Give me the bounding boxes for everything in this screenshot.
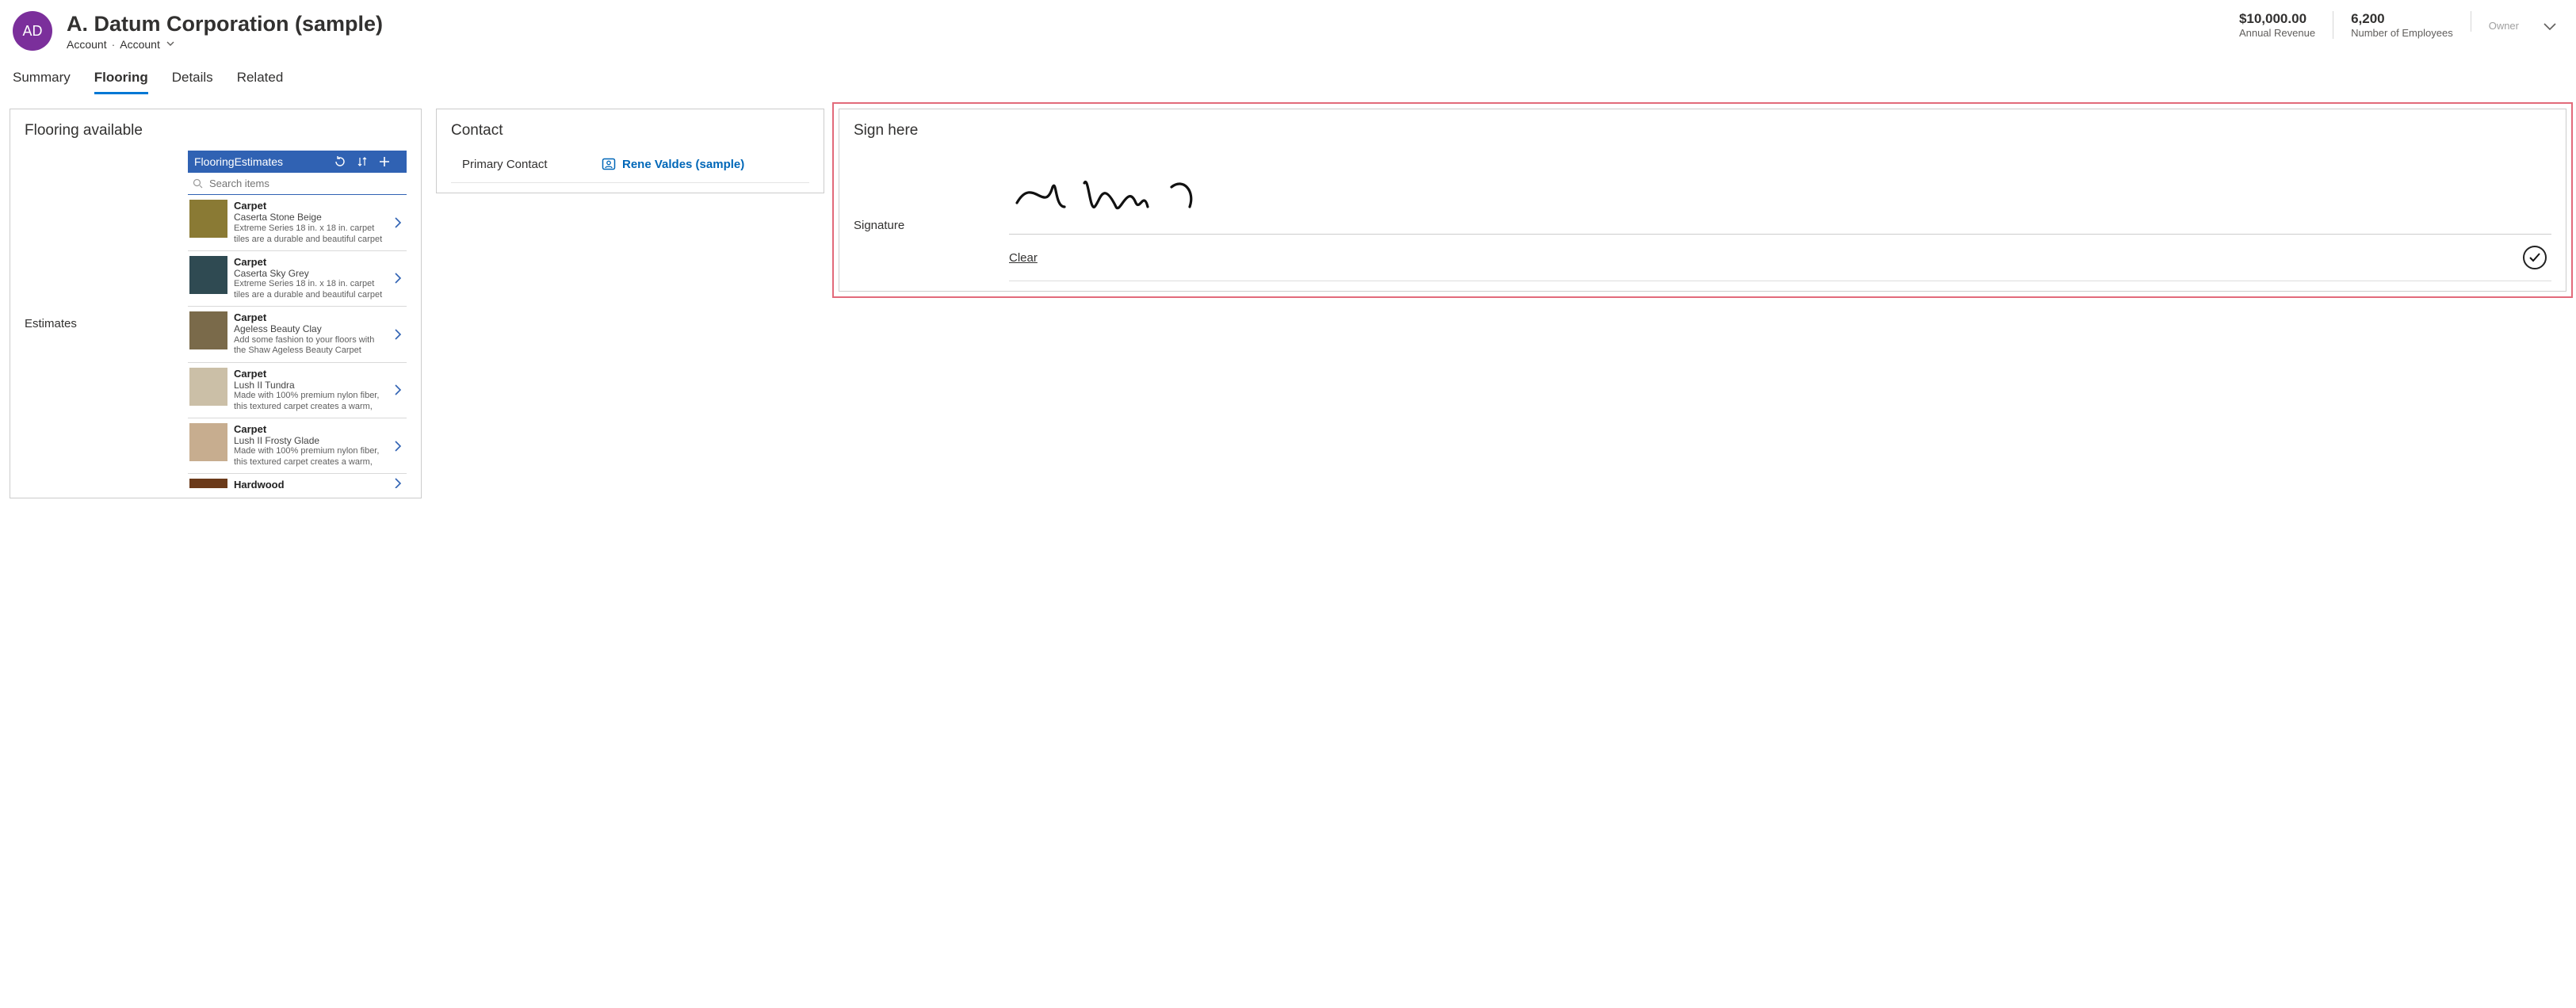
entity-name: Account bbox=[67, 38, 107, 51]
list-item[interactable]: CarpetLush II Frosty GladeMade with 100%… bbox=[188, 418, 407, 474]
list-item-text: CarpetCaserta Sky GreyExtreme Series 18 … bbox=[234, 256, 384, 301]
primary-contact-link[interactable]: Rene Valdes (sample) bbox=[602, 157, 744, 171]
tab-summary[interactable]: Summary bbox=[13, 70, 71, 94]
metric-label: Annual Revenue bbox=[2239, 27, 2315, 39]
item-name: Caserta Sky Grey bbox=[234, 268, 384, 279]
expand-header-button[interactable] bbox=[2536, 11, 2563, 32]
signature-pad[interactable] bbox=[1009, 155, 2551, 235]
metric-label: Number of Employees bbox=[2351, 27, 2453, 39]
form-name: Account bbox=[120, 38, 160, 51]
contact-icon bbox=[602, 157, 616, 171]
estimates-list: CarpetCaserta Stone BeigeExtreme Series … bbox=[188, 195, 407, 488]
item-category: Carpet bbox=[234, 423, 384, 435]
chevron-right-icon bbox=[391, 477, 405, 488]
list-item[interactable]: CarpetCaserta Sky GreyExtreme Series 18 … bbox=[188, 251, 407, 307]
tab-flooring[interactable]: Flooring bbox=[94, 70, 148, 94]
estimates-label: Estimates bbox=[25, 151, 175, 488]
list-item[interactable]: CarpetLush II TundraMade with 100% premi… bbox=[188, 363, 407, 418]
item-name: Lush II Tundra bbox=[234, 380, 384, 391]
item-category: Hardwood bbox=[234, 479, 384, 488]
add-button[interactable] bbox=[378, 155, 400, 168]
item-name: Lush II Frosty Glade bbox=[234, 435, 384, 446]
list-item-text: Hardwood bbox=[234, 479, 384, 488]
item-description: Add some fashion to your floors with the… bbox=[234, 335, 384, 357]
page-title: A. Datum Corporation (sample) bbox=[67, 11, 2222, 36]
signature-label: Signature bbox=[854, 155, 996, 281]
item-description: Extreme Series 18 in. x 18 in. carpet ti… bbox=[234, 279, 384, 301]
estimates-panel: FlooringEstimates bbox=[188, 151, 407, 488]
list-item-text: CarpetAgeless Beauty ClayAdd some fashio… bbox=[234, 311, 384, 357]
list-item-text: CarpetLush II Frosty GladeMade with 100%… bbox=[234, 423, 384, 468]
metric-annual-revenue: $10,000.00 Annual Revenue bbox=[2222, 11, 2333, 39]
confirm-signature-button[interactable] bbox=[2523, 246, 2547, 269]
metric-employees: 6,200 Number of Employees bbox=[2333, 11, 2471, 39]
chevron-right-icon bbox=[391, 440, 405, 452]
swatch-icon bbox=[189, 311, 227, 349]
item-name: Ageless Beauty Clay bbox=[234, 323, 384, 334]
metric-value: $10,000.00 bbox=[2239, 11, 2315, 27]
item-description: Extreme Series 18 in. x 18 in. carpet ti… bbox=[234, 223, 384, 246]
chevron-down-icon bbox=[166, 41, 174, 48]
sort-button[interactable] bbox=[356, 155, 378, 168]
search-input[interactable] bbox=[208, 177, 402, 190]
item-description: Made with 100% premium nylon fiber, this… bbox=[234, 391, 384, 413]
estimates-toolbar: FlooringEstimates bbox=[188, 151, 407, 173]
item-category: Carpet bbox=[234, 200, 384, 212]
estimates-toolbar-title: FlooringEstimates bbox=[194, 155, 334, 168]
form-selector[interactable]: Account · Account bbox=[67, 38, 2222, 51]
search-box[interactable] bbox=[188, 173, 407, 195]
chevron-right-icon bbox=[391, 216, 405, 229]
item-description: Made with 100% premium nylon fiber, this… bbox=[234, 446, 384, 468]
tab-related[interactable]: Related bbox=[237, 70, 284, 94]
item-category: Carpet bbox=[234, 368, 384, 380]
record-header: AD A. Datum Corporation (sample) Account… bbox=[10, 0, 2566, 55]
swatch-icon bbox=[189, 368, 227, 406]
card-title: Flooring available bbox=[25, 122, 407, 139]
swatch-icon bbox=[189, 256, 227, 294]
card-title: Sign here bbox=[854, 122, 2551, 139]
card-sign-here: Sign here Signature Clear bbox=[839, 109, 2566, 292]
list-item-text: CarpetCaserta Stone BeigeExtreme Series … bbox=[234, 200, 384, 245]
contact-row: Primary Contact Rene Valdes (sample) bbox=[451, 151, 809, 183]
item-name: Caserta Stone Beige bbox=[234, 212, 384, 223]
card-contact: Contact Primary Contact Rene Valdes (sam… bbox=[436, 109, 824, 193]
item-category: Carpet bbox=[234, 311, 384, 323]
contact-name: Rene Valdes (sample) bbox=[622, 158, 744, 171]
list-item-text: CarpetLush II TundraMade with 100% premi… bbox=[234, 368, 384, 413]
card-flooring-available: Flooring available Estimates FlooringEst… bbox=[10, 109, 422, 498]
swatch-icon bbox=[189, 423, 227, 461]
clear-signature-button[interactable]: Clear bbox=[1009, 251, 1038, 265]
swatch-icon bbox=[189, 200, 227, 238]
tab-bar: Summary Flooring Details Related bbox=[10, 55, 2566, 94]
refresh-button[interactable] bbox=[334, 155, 356, 168]
separator: · bbox=[112, 38, 116, 51]
card-title: Contact bbox=[451, 122, 809, 139]
list-item[interactable]: CarpetAgeless Beauty ClayAdd some fashio… bbox=[188, 307, 407, 362]
avatar: AD bbox=[13, 11, 52, 51]
item-category: Carpet bbox=[234, 256, 384, 268]
metric-owner: - Owner bbox=[2471, 11, 2536, 32]
swatch-icon bbox=[189, 479, 227, 488]
search-icon bbox=[193, 178, 203, 189]
chevron-right-icon bbox=[391, 272, 405, 284]
header-metrics: $10,000.00 Annual Revenue 6,200 Number o… bbox=[2222, 11, 2536, 39]
metric-label: Owner bbox=[2489, 20, 2519, 32]
contact-label: Primary Contact bbox=[451, 158, 602, 171]
chevron-right-icon bbox=[391, 328, 405, 341]
metric-value: 6,200 bbox=[2351, 11, 2453, 27]
list-item[interactable]: Hardwood bbox=[188, 474, 407, 488]
list-item[interactable]: CarpetCaserta Stone BeigeExtreme Series … bbox=[188, 195, 407, 250]
chevron-right-icon bbox=[391, 384, 405, 396]
tab-details[interactable]: Details bbox=[172, 70, 213, 94]
